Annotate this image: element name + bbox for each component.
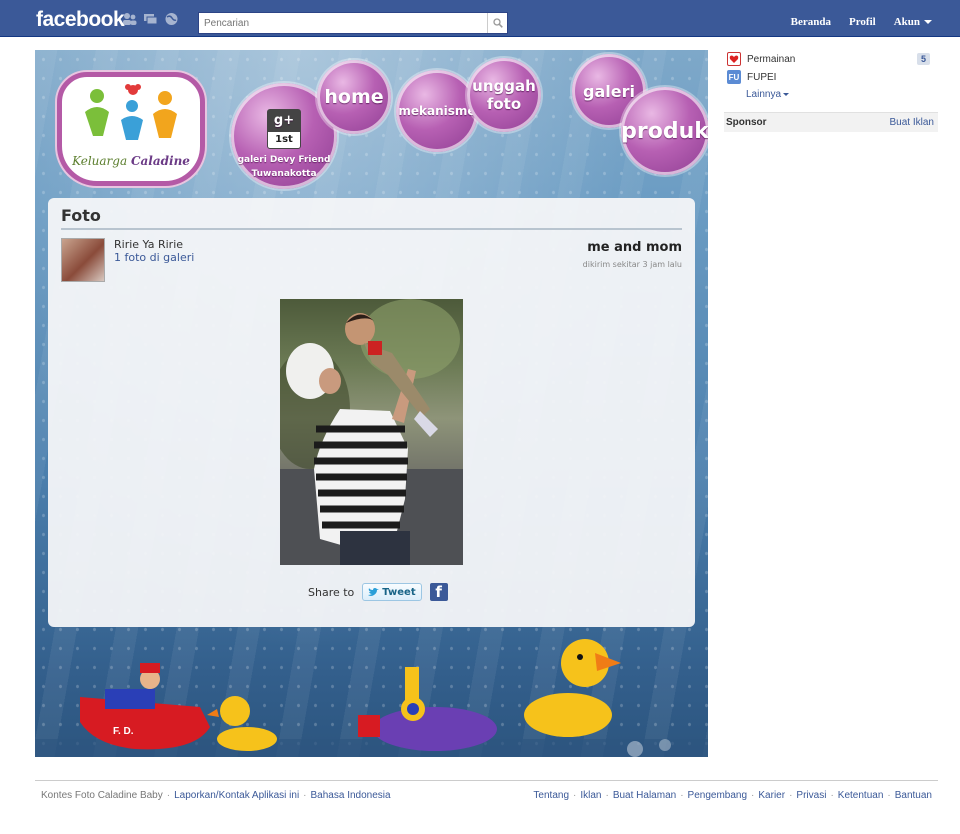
chevron-down-icon <box>783 92 790 96</box>
tweet-button-label: Tweet <box>382 586 416 598</box>
brand-word-keluarga: Keluarga <box>72 154 128 168</box>
footer-left: Kontes Foto Caladine Baby · Laporkan/Kont… <box>35 790 397 801</box>
footer-link-bantuan[interactable]: Bantuan <box>895 790 932 801</box>
footer-separator: · <box>830 790 834 801</box>
bubble-unggah-foto[interactable]: unggah foto <box>467 58 541 132</box>
brand-logo[interactable]: Keluarga Caladine <box>57 72 205 186</box>
bubble-home-label: home <box>324 86 384 108</box>
bubble-mekanisme[interactable]: mekanisme <box>396 70 478 152</box>
friend-requests-icon[interactable] <box>122 12 137 26</box>
photo-title: me and mom <box>587 240 682 255</box>
footer-separator: · <box>887 790 891 801</box>
badge-rank: 1st <box>275 134 293 145</box>
footer-separator: · <box>605 790 609 801</box>
footer-separator: · <box>789 790 793 801</box>
bubble-mekanisme-label: mekanisme <box>398 104 476 118</box>
sidebar-item-fupei[interactable]: FU FUPEI <box>724 68 938 86</box>
nav-account-label: Akun <box>893 16 920 28</box>
boat-label: F. D. <box>113 726 134 737</box>
bubble-unggah-label: unggah foto <box>472 77 536 113</box>
footer-separator: · <box>573 790 577 801</box>
footer-link-privasi[interactable]: Privasi <box>796 790 826 801</box>
sidebar-item-label: FUPEI <box>747 71 777 83</box>
brand-word-caladine: Caladine <box>130 154 190 168</box>
bubble-galeri-devy-line2: Tuwanakotta <box>251 169 317 179</box>
search-button[interactable] <box>487 13 507 33</box>
user-name: Ririe Ya Ririe <box>114 238 184 251</box>
games-icon <box>727 52 741 66</box>
messages-icon[interactable] <box>143 12 158 26</box>
app-canvas: Keluarga Caladine g+ 1st galeri Devy Fri… <box>35 50 708 757</box>
footer-link-ketentuan[interactable]: Ketentuan <box>838 790 884 801</box>
nav-account-menu[interactable]: Akun <box>894 16 932 28</box>
create-ad-link[interactable]: Buat Iklan <box>890 117 934 128</box>
facebook-logo[interactable]: facebook <box>36 8 125 32</box>
user-gallery-link[interactable]: 1 foto di galeri <box>114 251 194 264</box>
footer-separator: · <box>680 790 684 801</box>
bubble-home[interactable]: home <box>317 60 391 134</box>
sponsor-label: Sponsor <box>726 117 767 128</box>
sidebar-more-link[interactable]: Lainnya <box>724 86 938 104</box>
panel-divider <box>61 228 682 230</box>
search-icon <box>492 18 503 28</box>
google-plus-icon: g+ <box>268 110 300 132</box>
bath-toys-illustration: F. D. <box>35 639 708 757</box>
bubble-galeri-label: galeri <box>583 81 635 101</box>
footer-link-iklan[interactable]: Iklan <box>580 790 601 801</box>
footer-link-karier[interactable]: Karier <box>758 790 785 801</box>
footer-link-tentang[interactable]: Tentang <box>533 790 569 801</box>
fupei-app-icon: FU <box>727 70 741 84</box>
panel-title: Foto <box>61 206 101 225</box>
footer-separator: · <box>751 790 755 801</box>
share-bar: Share to Tweet f <box>308 583 448 601</box>
footer-separator: · <box>303 790 307 801</box>
share-label: Share to <box>308 585 355 599</box>
facebook-share-icon[interactable]: f <box>429 583 448 601</box>
search-input[interactable] <box>199 13 487 33</box>
photo-timestamp: dikirim sekitar 3 jam lalu <box>582 260 682 269</box>
nav-home-link[interactable]: Beranda <box>791 16 831 28</box>
family-figures-icon <box>85 84 177 140</box>
sidebar-item-label: Permainan <box>747 53 796 65</box>
contest-photo[interactable] <box>280 299 463 565</box>
photo-panel: Foto Ririe Ya Ririe 1 foto di galeri me … <box>48 198 695 627</box>
twitter-bird-icon <box>368 587 380 596</box>
bubble-unggah-line2: foto <box>486 95 522 113</box>
right-sidebar: Permainan 5 FU FUPEI Lainnya Sponsor Bua… <box>724 50 938 132</box>
notifications-globe-icon[interactable] <box>164 12 179 26</box>
sidebar-item-permainan[interactable]: Permainan 5 <box>724 50 938 68</box>
footer-language-link[interactable]: Bahasa Indonesia <box>311 790 391 801</box>
footer-app-name: Kontes Foto Caladine Baby <box>41 790 163 801</box>
bubble-unggah-line1: unggah <box>472 77 536 95</box>
footer-right: Tentang · Iklan · Buat Halaman · Pengembang… <box>527 790 938 801</box>
search-box <box>198 12 508 34</box>
bubble-galeri-devy-line1: galeri Devy Friend <box>237 155 331 165</box>
tweet-button[interactable]: Tweet <box>362 583 422 601</box>
footer-report-app-link[interactable]: Laporkan/Kontak Aplikasi ini <box>174 790 299 801</box>
footer-link-buat-halaman[interactable]: Buat Halaman <box>613 790 676 801</box>
google-plus-badge: g+ 1st <box>267 109 301 149</box>
chevron-down-icon <box>924 20 932 25</box>
sidebar-more-label: Lainnya <box>746 89 782 100</box>
bubble-produk-label: produk <box>621 118 708 144</box>
mother-baby-photo-illustration <box>280 299 463 565</box>
brand-wordmark: Keluarga Caladine <box>57 154 205 168</box>
user-avatar[interactable] <box>61 238 105 282</box>
bubble-produk[interactable]: produk <box>621 87 708 175</box>
footer-separator: · <box>166 790 171 801</box>
games-count-badge: 5 <box>916 53 930 65</box>
notification-jewels <box>122 12 179 26</box>
top-bar: facebook Beranda Profil Akun <box>0 0 960 37</box>
top-nav: Beranda Profil Akun <box>791 16 932 28</box>
bath-toys-decoration: F. D. <box>35 627 708 757</box>
footer: Kontes Foto Caladine Baby · Laporkan/Kont… <box>35 780 938 801</box>
nav-profile-link[interactable]: Profil <box>849 16 876 28</box>
footer-link-pengembang[interactable]: Pengembang <box>688 790 748 801</box>
sponsor-header: Sponsor Buat Iklan <box>724 112 938 132</box>
